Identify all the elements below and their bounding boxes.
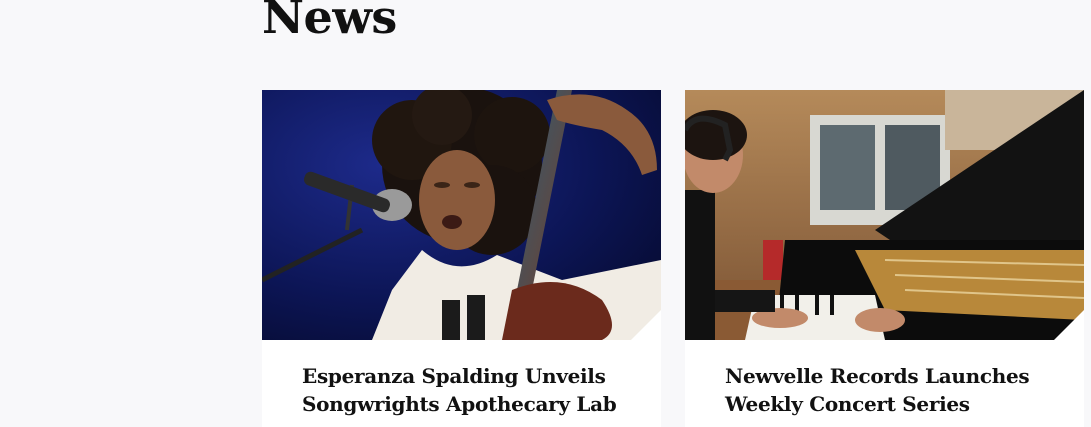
news-card-title[interactable]: Esperanza Spalding Unveils Songwrights A… <box>302 362 632 418</box>
news-card[interactable]: Newvelle Records Launches Weekly Concert… <box>685 90 1084 427</box>
image-corner-notch <box>1054 310 1084 340</box>
news-card[interactable]: Esperanza Spalding Unveils Songwrights A… <box>262 90 661 427</box>
news-card-image[interactable] <box>262 90 661 340</box>
image-corner-notch <box>631 310 661 340</box>
news-card-title[interactable]: Newvelle Records Launches Weekly Concert… <box>725 362 1055 418</box>
news-card-image[interactable] <box>685 90 1084 340</box>
page-title: News <box>262 0 397 44</box>
